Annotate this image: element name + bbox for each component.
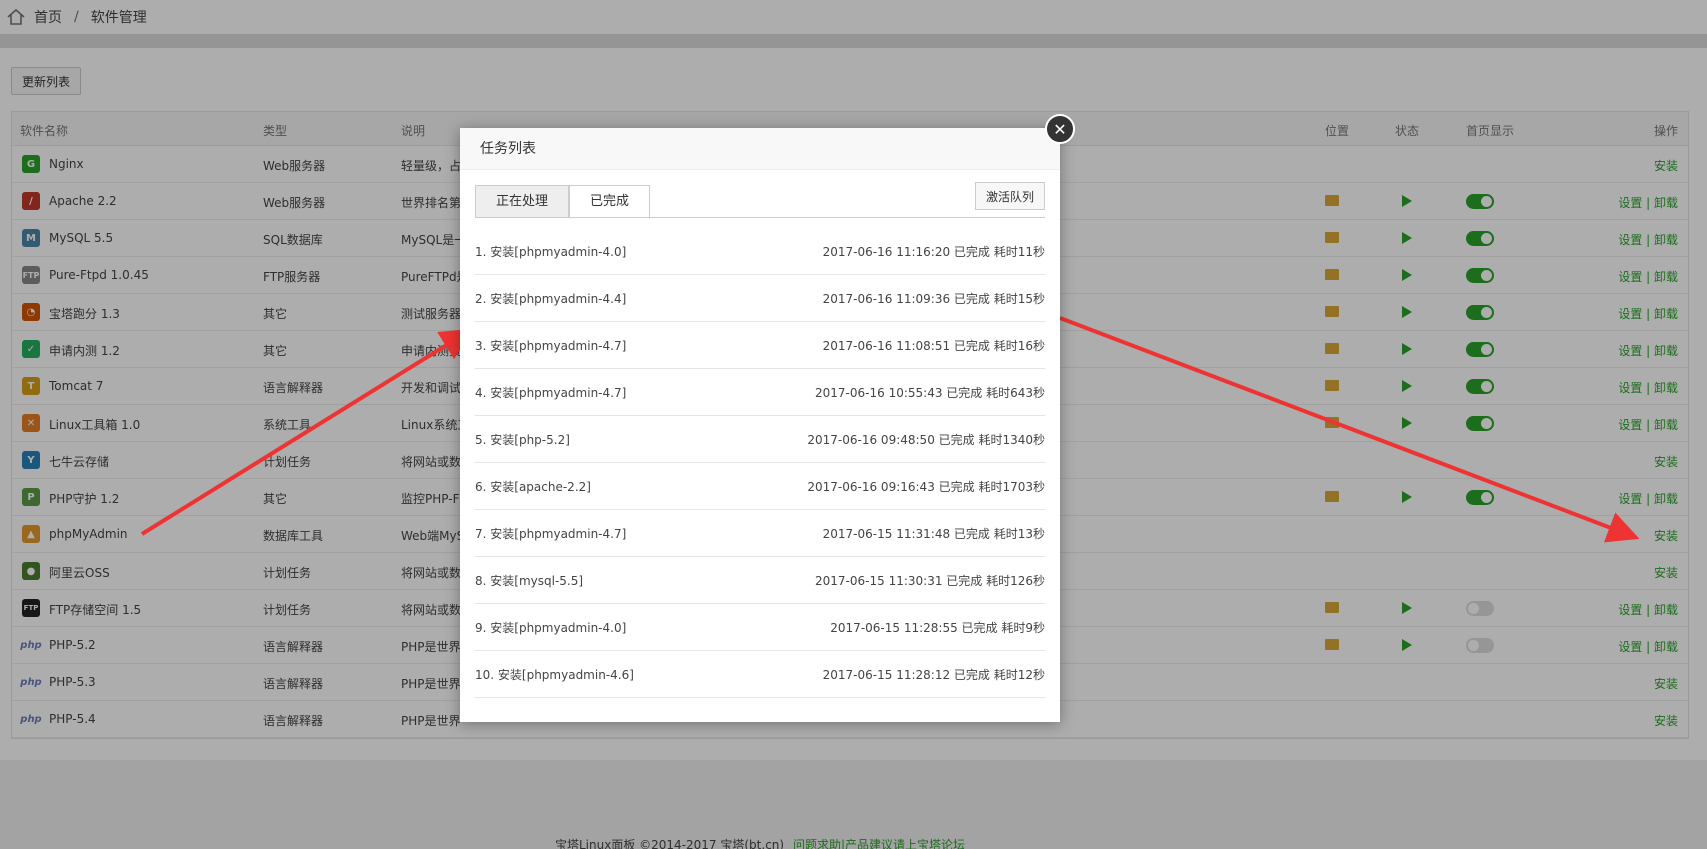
list-item: 4. 安装[phpmyadmin-4.7] 2017-06-16 10:55:4…	[475, 369, 1045, 416]
task-status: 2017-06-15 11:28:12 已完成 耗时12秒	[822, 667, 1045, 682]
task-tabs: 正在处理 已完成	[475, 185, 651, 219]
list-item: 2. 安装[phpmyadmin-4.4] 2017-06-16 11:09:3…	[475, 275, 1045, 322]
task-label: 9. 安装[phpmyadmin-4.0]	[475, 620, 627, 635]
task-status: 2017-06-15 11:31:48 已完成 耗时13秒	[822, 526, 1045, 541]
list-item: 8. 安装[mysql-5.5] 2017-06-15 11:30:31 已完成…	[475, 557, 1045, 604]
task-label: 10. 安装[phpmyadmin-4.6]	[475, 667, 634, 682]
list-item: 3. 安装[phpmyadmin-4.7] 2017-06-16 11:08:5…	[475, 322, 1045, 369]
list-item: 7. 安装[phpmyadmin-4.7] 2017-06-15 11:31:4…	[475, 510, 1045, 557]
task-status: 2017-06-15 11:28:55 已完成 耗时9秒	[830, 620, 1045, 635]
task-label: 3. 安装[phpmyadmin-4.7]	[475, 338, 627, 353]
task-label: 8. 安装[mysql-5.5]	[475, 573, 584, 588]
activate-queue-button[interactable]: 激活队列	[974, 182, 1045, 210]
list-item: 10. 安装[phpmyadmin-4.6] 2017-06-15 11:28:…	[475, 651, 1045, 698]
dialog-title: 任务列表	[460, 128, 1060, 170]
tab-processing[interactable]: 正在处理	[475, 185, 570, 218]
list-item: 1. 安装[phpmyadmin-4.0] 2017-06-16 11:16:2…	[475, 228, 1045, 275]
tab-completed[interactable]: 已完成	[569, 185, 651, 219]
task-status: 2017-06-16 09:48:50 已完成 耗时1340秒	[807, 432, 1045, 447]
task-list-dialog: 任务列表 ✕ 正在处理 已完成 激活队列 1. 安装[phpmyadmin-4.…	[460, 114, 1075, 722]
task-status: 2017-06-16 10:55:43 已完成 耗时643秒	[815, 385, 1045, 400]
task-status: 2017-06-16 11:09:36 已完成 耗时15秒	[822, 291, 1045, 306]
list-item: 5. 安装[php-5.2] 2017-06-16 09:48:50 已完成 耗…	[475, 416, 1045, 463]
task-label: 4. 安装[phpmyadmin-4.7]	[475, 385, 627, 400]
list-item: 6. 安装[apache-2.2] 2017-06-16 09:16:43 已完…	[475, 463, 1045, 510]
task-label: 7. 安装[phpmyadmin-4.7]	[475, 526, 627, 541]
list-item: 9. 安装[phpmyadmin-4.0] 2017-06-15 11:28:5…	[475, 604, 1045, 651]
task-label: 2. 安装[phpmyadmin-4.4]	[475, 291, 627, 306]
task-status: 2017-06-15 11:30:31 已完成 耗时126秒	[815, 573, 1045, 588]
task-list: 1. 安装[phpmyadmin-4.0] 2017-06-16 11:16:2…	[475, 228, 1045, 698]
task-label: 1. 安装[phpmyadmin-4.0]	[475, 244, 627, 259]
close-icon[interactable]: ✕	[1045, 114, 1075, 144]
task-label: 5. 安装[php-5.2]	[475, 432, 570, 447]
task-label: 6. 安装[apache-2.2]	[475, 479, 591, 494]
task-status: 2017-06-16 11:08:51 已完成 耗时16秒	[822, 338, 1045, 353]
task-status: 2017-06-16 11:16:20 已完成 耗时11秒	[822, 244, 1045, 259]
tab-divider	[475, 217, 1045, 218]
task-status: 2017-06-16 09:16:43 已完成 耗时1703秒	[807, 479, 1045, 494]
